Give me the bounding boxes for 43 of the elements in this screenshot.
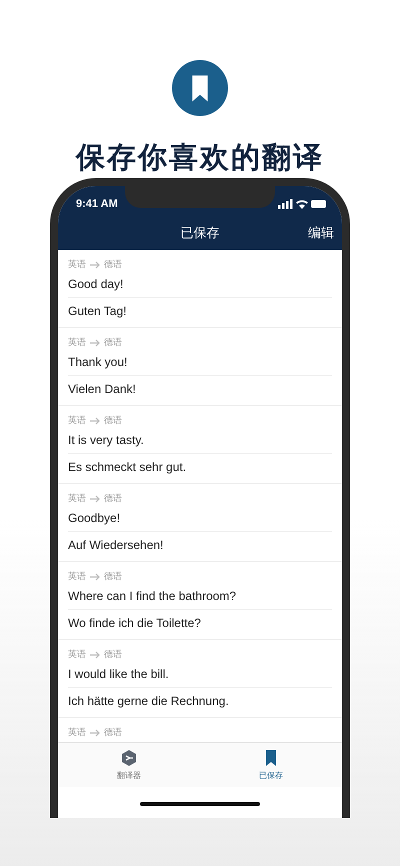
- source-phrase: I would like the bill.: [68, 661, 332, 688]
- translated-phrase: Wo finde ich die Toilette?: [68, 615, 202, 632]
- status-icons: [278, 199, 328, 209]
- tab[interactable]: 翻译器: [58, 743, 200, 787]
- translated-phrase: Ich hätte gerne die Rechnung.: [68, 693, 230, 710]
- target-language: 德语: [104, 648, 122, 661]
- source-language: 英语: [68, 258, 86, 271]
- target-language: 德语: [104, 258, 122, 271]
- arrow-icon: [89, 572, 101, 580]
- arrow-icon: [89, 494, 101, 502]
- edit-button[interactable]: 编辑: [308, 224, 334, 242]
- source-phrase: Thank you!: [68, 349, 332, 376]
- source-phrase: Where can I find the bathroom?: [68, 583, 332, 610]
- arrow-icon: [89, 728, 101, 736]
- source-language: 英语: [68, 492, 86, 505]
- arrow-icon: [89, 416, 101, 424]
- source-language: 英语: [68, 336, 86, 349]
- translated-phrase: Es schmeckt sehr gut.: [68, 459, 188, 476]
- arrow-icon: [89, 338, 101, 346]
- target-language: 德语: [104, 726, 122, 739]
- status-time: 9:41 AM: [76, 198, 118, 210]
- target-language: 德语: [104, 414, 122, 427]
- bookmark-icon: [171, 60, 229, 116]
- promo-heading: 保存你喜欢的翻译: [76, 139, 324, 176]
- translated-phrase: Auf Wiedersehen!: [68, 537, 164, 554]
- translated-phrase: Guten Tag!: [68, 303, 128, 320]
- translated-phrase: Vielen Dank!: [68, 381, 137, 398]
- source-language: 英语: [68, 570, 86, 583]
- source-language: 英语: [68, 414, 86, 427]
- target-language: 德语: [104, 492, 122, 505]
- arrow-icon: [89, 260, 101, 268]
- bookmark-icon: [264, 749, 278, 767]
- source-phrase: It is very tasty.: [68, 427, 332, 454]
- nav-title: 已保存: [180, 224, 220, 242]
- source-phrase: Good day!: [68, 271, 332, 298]
- source-phrase: Goodbye!: [68, 505, 332, 532]
- arrow-icon: [89, 650, 101, 658]
- target-language: 德语: [104, 570, 122, 583]
- source-language: 英语: [68, 648, 86, 661]
- source-language: 英语: [68, 726, 86, 739]
- hexagon-icon: [120, 749, 138, 767]
- target-language: 德语: [104, 336, 122, 349]
- tab[interactable]: 已保存: [200, 743, 342, 787]
